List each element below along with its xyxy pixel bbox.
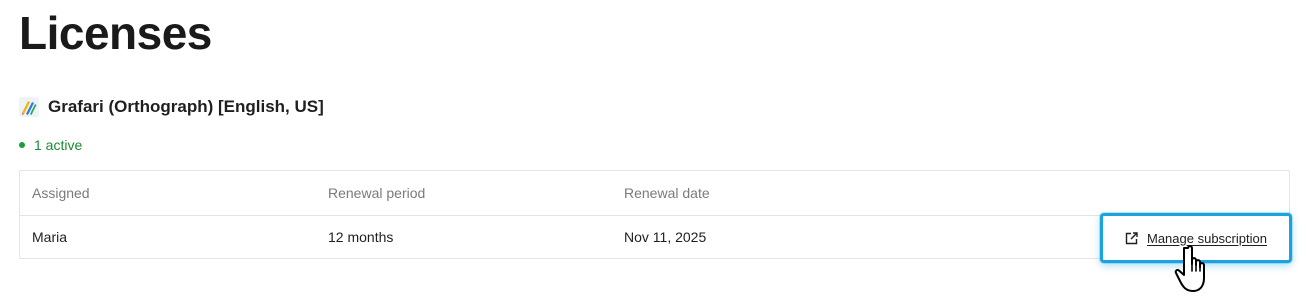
column-header-assigned: Assigned	[32, 185, 90, 201]
cell-renewal-date: Nov 11, 2025	[624, 229, 707, 245]
status-badge: 1 active	[19, 136, 82, 154]
status-text: 1 active	[34, 137, 83, 153]
table-header: Assigned Renewal period Renewal date	[20, 171, 1289, 216]
status-dot-icon	[19, 142, 25, 148]
product-header: Grafari (Orthograph) [English, US]	[19, 96, 324, 118]
hand-pointer-icon	[1173, 244, 1219, 296]
cell-assigned: Maria	[32, 229, 68, 245]
product-name: Grafari (Orthograph) [English, US]	[48, 97, 324, 116]
column-header-renewal-period: Renewal period	[328, 185, 426, 201]
column-header-renewal-date: Renewal date	[624, 185, 710, 201]
pencils-logo-icon	[19, 97, 39, 117]
table-row: Maria 12 months Nov 11, 2025	[20, 215, 1289, 259]
page-title: Licenses	[19, 7, 212, 59]
cell-renewal-period: 12 months	[328, 229, 394, 245]
external-link-icon	[1125, 231, 1138, 245]
